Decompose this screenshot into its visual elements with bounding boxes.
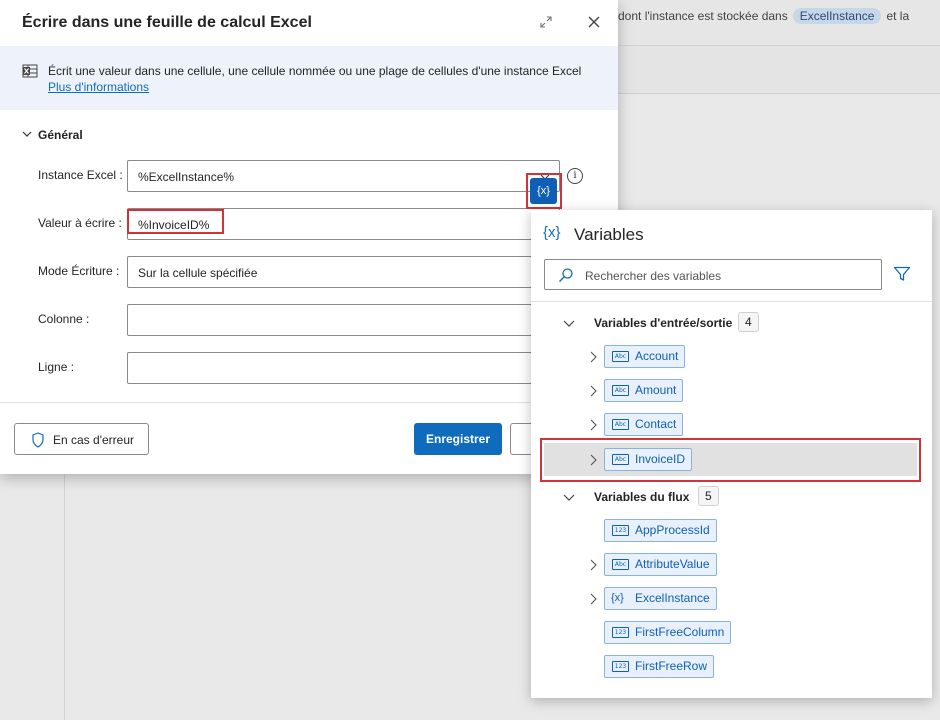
variables-panel: {x} Variables Rechercher des variables V… bbox=[531, 210, 932, 698]
action-description: Écrit une valeur dans une cellule, une c… bbox=[48, 64, 582, 78]
background-text: dont l'instance est stockée dans bbox=[618, 9, 788, 23]
search-icon bbox=[558, 267, 574, 283]
text-var-icon: Abc bbox=[612, 559, 629, 570]
variable-chip[interactable]: 123 AppProcessId bbox=[604, 519, 717, 542]
footer-divider bbox=[0, 402, 618, 403]
group-count-badge: 4 bbox=[738, 312, 759, 332]
chevron-right-icon[interactable] bbox=[589, 385, 597, 397]
variable-name: Amount bbox=[635, 383, 677, 397]
instance-label: Instance Excel : bbox=[38, 168, 123, 182]
variable-button-highlight bbox=[526, 173, 562, 209]
group-flow-variables[interactable]: Variables du flux 5 bbox=[531, 483, 932, 511]
group-title: Variables du flux bbox=[594, 490, 690, 504]
expand-icon[interactable] bbox=[538, 14, 554, 30]
filter-icon[interactable] bbox=[893, 265, 911, 283]
write-mode-dropdown[interactable]: Sur la cellule spécifiée bbox=[127, 256, 560, 288]
chevron-right-icon[interactable] bbox=[589, 419, 597, 431]
variable-chip[interactable]: 123 FirstFreeRow bbox=[604, 655, 715, 678]
row-label: Ligne : bbox=[38, 360, 75, 374]
variable-item-contact[interactable]: Abc Contact bbox=[531, 410, 932, 440]
variable-item-excelinstance[interactable]: {x} ExcelInstance bbox=[531, 584, 932, 614]
variable-item-firstfreecolumn[interactable]: 123 FirstFreeColumn bbox=[531, 618, 932, 648]
on-error-label: En cas d'erreur bbox=[53, 433, 134, 447]
write-mode-value: Sur la cellule spécifiée bbox=[138, 266, 258, 280]
row-input[interactable] bbox=[127, 352, 560, 384]
save-button[interactable]: Enregistrer bbox=[414, 423, 502, 455]
info-icon[interactable]: i bbox=[567, 168, 583, 184]
chevron-down-icon[interactable] bbox=[22, 128, 32, 138]
section-general-title[interactable]: Général bbox=[38, 128, 83, 142]
search-variables-input[interactable]: Rechercher des variables bbox=[544, 259, 882, 290]
group-count-badge: 5 bbox=[698, 486, 719, 506]
chevron-right-icon[interactable] bbox=[589, 559, 597, 571]
text-var-icon: Abc bbox=[612, 385, 629, 396]
number-var-icon: 123 bbox=[612, 525, 629, 536]
background-description: dont l'instance est stockée dans ExcelIns… bbox=[618, 8, 909, 24]
write-excel-dialog: Écrire dans une feuille de calcul Excel … bbox=[0, 0, 618, 474]
instance-value: %ExcelInstance% bbox=[138, 170, 235, 184]
variable-chip[interactable]: Abc AttributeValue bbox=[604, 553, 717, 576]
background-text-end: et la bbox=[886, 9, 910, 23]
variable-item-attributevalue[interactable]: Abc AttributeValue bbox=[531, 550, 932, 580]
close-icon[interactable] bbox=[584, 12, 604, 32]
text-var-icon: Abc bbox=[612, 419, 629, 430]
number-var-icon: 123 bbox=[612, 627, 629, 638]
variable-name: ExcelInstance bbox=[635, 591, 710, 605]
group-title: Variables d'entrée/sortie bbox=[594, 316, 733, 330]
value-label: Valeur à écrire : bbox=[38, 216, 122, 230]
variable-name: AttributeValue bbox=[635, 557, 710, 571]
background-variable-chip: ExcelInstance bbox=[792, 8, 882, 24]
selected-variable-highlight bbox=[540, 438, 921, 482]
variable-item-account[interactable]: Abc Account bbox=[531, 342, 932, 372]
group-input-output[interactable]: Variables d'entrée/sortie 4 bbox=[531, 309, 932, 337]
variables-icon: {x} bbox=[543, 224, 561, 241]
value-highlight bbox=[127, 209, 224, 234]
variable-chip[interactable]: {x} ExcelInstance bbox=[604, 587, 717, 610]
variable-chip[interactable]: Abc Account bbox=[604, 345, 686, 368]
variable-name: Account bbox=[635, 349, 679, 363]
variable-name: FirstFreeRow bbox=[635, 659, 708, 673]
chevron-right-icon[interactable] bbox=[589, 351, 597, 363]
excel-icon bbox=[22, 63, 38, 79]
variable-chip[interactable]: 123 FirstFreeColumn bbox=[604, 621, 732, 644]
variable-item-amount[interactable]: Abc Amount bbox=[531, 376, 932, 406]
chevron-right-icon[interactable] bbox=[589, 593, 597, 605]
search-placeholder: Rechercher des variables bbox=[585, 269, 722, 283]
variable-chip[interactable]: Abc Contact bbox=[604, 413, 684, 436]
column-label: Colonne : bbox=[38, 312, 90, 326]
variable-chip[interactable]: Abc Amount bbox=[604, 379, 684, 402]
variables-title: Variables bbox=[574, 225, 644, 244]
column-input[interactable] bbox=[127, 304, 560, 336]
variable-item-firstfreerow[interactable]: 123 FirstFreeRow bbox=[531, 652, 932, 682]
number-var-icon: 123 bbox=[612, 661, 629, 672]
text-var-icon: Abc bbox=[612, 351, 629, 362]
instance-var-icon: {x} bbox=[611, 592, 624, 604]
more-info-link[interactable]: Plus d'informations bbox=[48, 80, 149, 94]
panel-divider bbox=[531, 301, 932, 302]
variable-name: AppProcessId bbox=[635, 523, 710, 537]
variable-name: Contact bbox=[635, 417, 677, 431]
chevron-down-icon bbox=[563, 318, 575, 328]
dialog-title: Écrire dans une feuille de calcul Excel bbox=[22, 14, 312, 31]
write-mode-label: Mode Écriture : bbox=[38, 264, 120, 278]
info-banner: Écrit une valeur dans une cellule, une c… bbox=[0, 46, 618, 110]
instance-dropdown[interactable]: %ExcelInstance% bbox=[127, 160, 560, 192]
chevron-down-icon bbox=[563, 492, 575, 502]
variable-name: FirstFreeColumn bbox=[635, 625, 725, 639]
shield-icon bbox=[31, 432, 45, 448]
variable-item-appprocessid[interactable]: 123 AppProcessId bbox=[531, 516, 932, 546]
on-error-button[interactable]: En cas d'erreur bbox=[14, 423, 149, 455]
